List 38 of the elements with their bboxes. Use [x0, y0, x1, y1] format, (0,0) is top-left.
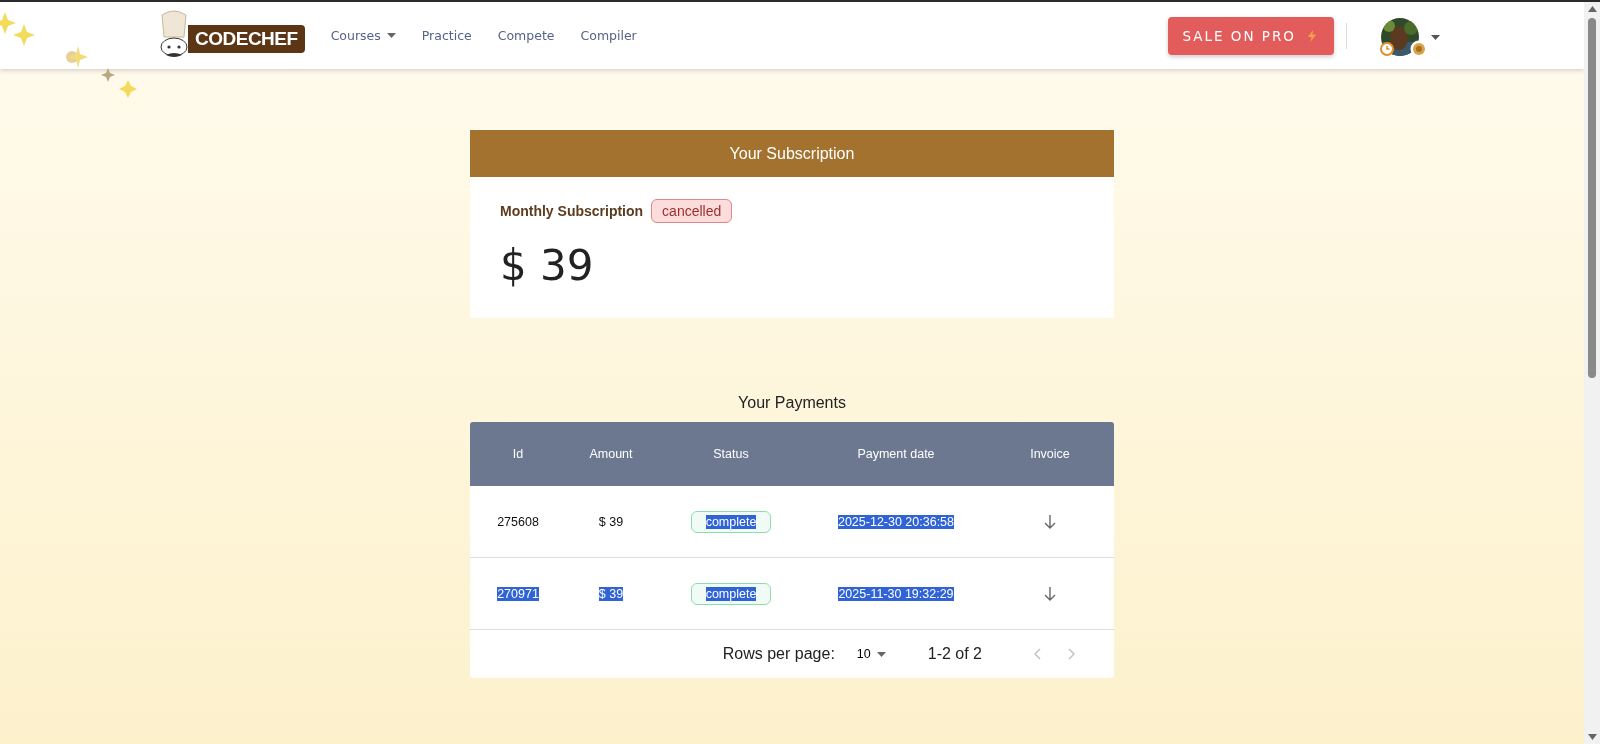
column-header: Invoice [1030, 447, 1070, 461]
status-badge: complete [690, 510, 772, 533]
table-cell: 2025-11-30 19:32:29 [838, 586, 954, 601]
nav-link[interactable]: Compete [497, 28, 555, 43]
sale-button[interactable]: SALE ON PRO [1168, 16, 1334, 55]
section-title: Your Payments [738, 394, 846, 412]
column-header: Id [512, 447, 524, 461]
lightning-icon [1308, 29, 1316, 42]
column-header: Amount [589, 447, 633, 461]
caret-icon [876, 651, 886, 657]
column-header: Payment date [857, 447, 935, 461]
table-cell: 2025-12-30 20:36:58 [837, 514, 955, 529]
pagination-range: 1-2 of 2 [927, 645, 982, 663]
caret-icon[interactable] [1431, 34, 1440, 40]
status-badge: cancelled [651, 199, 733, 223]
rows-per-page-select[interactable]: 10 [856, 647, 886, 661]
logo[interactable]: CODECHEF [188, 24, 305, 53]
scroll-down-icon[interactable] [1587, 734, 1597, 740]
plan-name: Monthly Subscription [500, 203, 644, 219]
scrollbar-thumb[interactable] [1588, 18, 1596, 378]
status-badge: complete [690, 582, 772, 605]
table-cell: 275608 [497, 514, 539, 529]
clock-icon [1380, 41, 1394, 56]
table-cell: $ 39 [598, 586, 624, 601]
badge-icon [1410, 39, 1428, 58]
table-cell: $ 39 [598, 514, 624, 529]
price: $ 39 [500, 241, 595, 290]
nav-link[interactable]: Compiler [580, 28, 637, 43]
scroll-up-icon[interactable] [1587, 6, 1597, 12]
download-icon[interactable] [1044, 586, 1056, 601]
column-header: Status [713, 447, 749, 461]
table-cell: 270971 [497, 586, 539, 601]
nav-link[interactable]: Courses [330, 28, 396, 43]
nav-link[interactable]: Practice [421, 28, 472, 43]
scrollbar[interactable] [1584, 2, 1600, 744]
rows-per-page-label: Rows per page: [722, 645, 835, 663]
card-header: Your Subscription [470, 130, 1114, 177]
download-icon[interactable] [1044, 514, 1056, 529]
